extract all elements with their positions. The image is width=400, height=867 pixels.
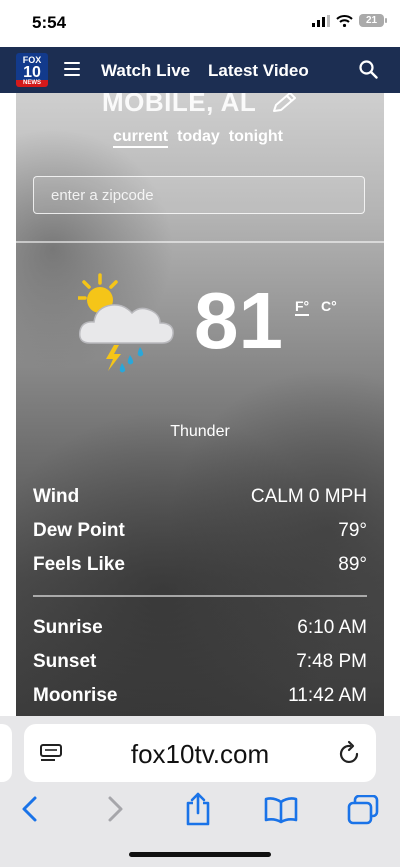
astro-label: Sunset [33,651,97,672]
latest-video-link[interactable]: Latest Video [208,61,309,81]
battery-icon: 21 [359,14,387,27]
browser-address-area: fox10tv.com [0,716,400,784]
search-icon[interactable] [359,60,378,79]
wifi-icon [336,14,353,27]
address-bar[interactable]: fox10tv.com [24,724,376,782]
condition-text: Thunder [170,423,230,440]
astro-value: 6:10 AM [297,617,367,638]
status-icons: 21 [312,14,387,27]
share-icon[interactable] [184,792,212,826]
bookmarks-icon[interactable] [264,796,298,824]
unit-celsius[interactable]: C° [321,298,337,314]
home-indicator[interactable] [129,852,271,857]
edit-location-icon[interactable] [270,93,298,115]
thunderstorm-icon [78,273,174,373]
url-text: fox10tv.com [130,739,270,769]
zipcode-input[interactable] [33,176,365,214]
detail-label: Feels Like [33,554,125,575]
astro-value: 7:48 PM [296,651,367,672]
detail-row-dew-point: Dew Point 79° [33,520,367,542]
forecast-tabs: current today tonight [113,128,283,148]
back-icon[interactable] [18,794,42,824]
astro-label: Moonrise [33,685,118,706]
detail-value: 89° [338,554,367,575]
previous-tab-peek[interactable] [0,724,12,782]
astro-label: Sunrise [33,617,103,638]
site-header: FOX 10 NEWS Watch Live Latest Video [0,47,400,93]
astro-value: 11:42 AM [288,685,367,706]
astro-row-moonrise: Moonrise 11:42 AM [33,685,367,707]
weather-panel: MOBILE, AL current today tonight 81 F° C… [16,93,384,716]
signal-icon [312,14,330,27]
tab-current[interactable]: current [113,128,169,148]
unit-fahrenheit[interactable]: F° [295,298,310,316]
menu-icon[interactable] [64,62,80,76]
fox10-logo[interactable]: FOX 10 NEWS [16,53,48,87]
logo-line3: NEWS [16,80,48,87]
detail-value: CALM 0 MPH [250,486,367,507]
tab-tonight[interactable]: tonight [229,128,283,148]
forward-icon[interactable] [103,794,127,824]
watch-live-link[interactable]: Watch Live [101,61,190,81]
current-temperature: 81 [194,276,283,365]
status-bar: 5:54 21 [0,0,400,47]
detail-label: Wind [33,486,80,507]
divider [33,595,367,597]
astro-row-sunset: Sunset 7:48 PM [33,651,367,673]
location-title: MOBILE, AL [102,93,257,117]
reload-icon[interactable] [338,740,362,766]
status-time: 5:54 [32,13,67,32]
divider [16,241,384,243]
logo-line2: 10 [23,64,41,81]
detail-value: 79° [338,520,367,541]
detail-row-wind: Wind CALM 0 MPH [33,486,367,508]
detail-label: Dew Point [33,520,125,541]
tabs-icon[interactable] [347,795,379,825]
tab-today[interactable]: today [177,128,220,148]
detail-row-feels-like: Feels Like 89° [33,554,367,576]
astro-row-sunrise: Sunrise 6:10 AM [33,617,367,639]
